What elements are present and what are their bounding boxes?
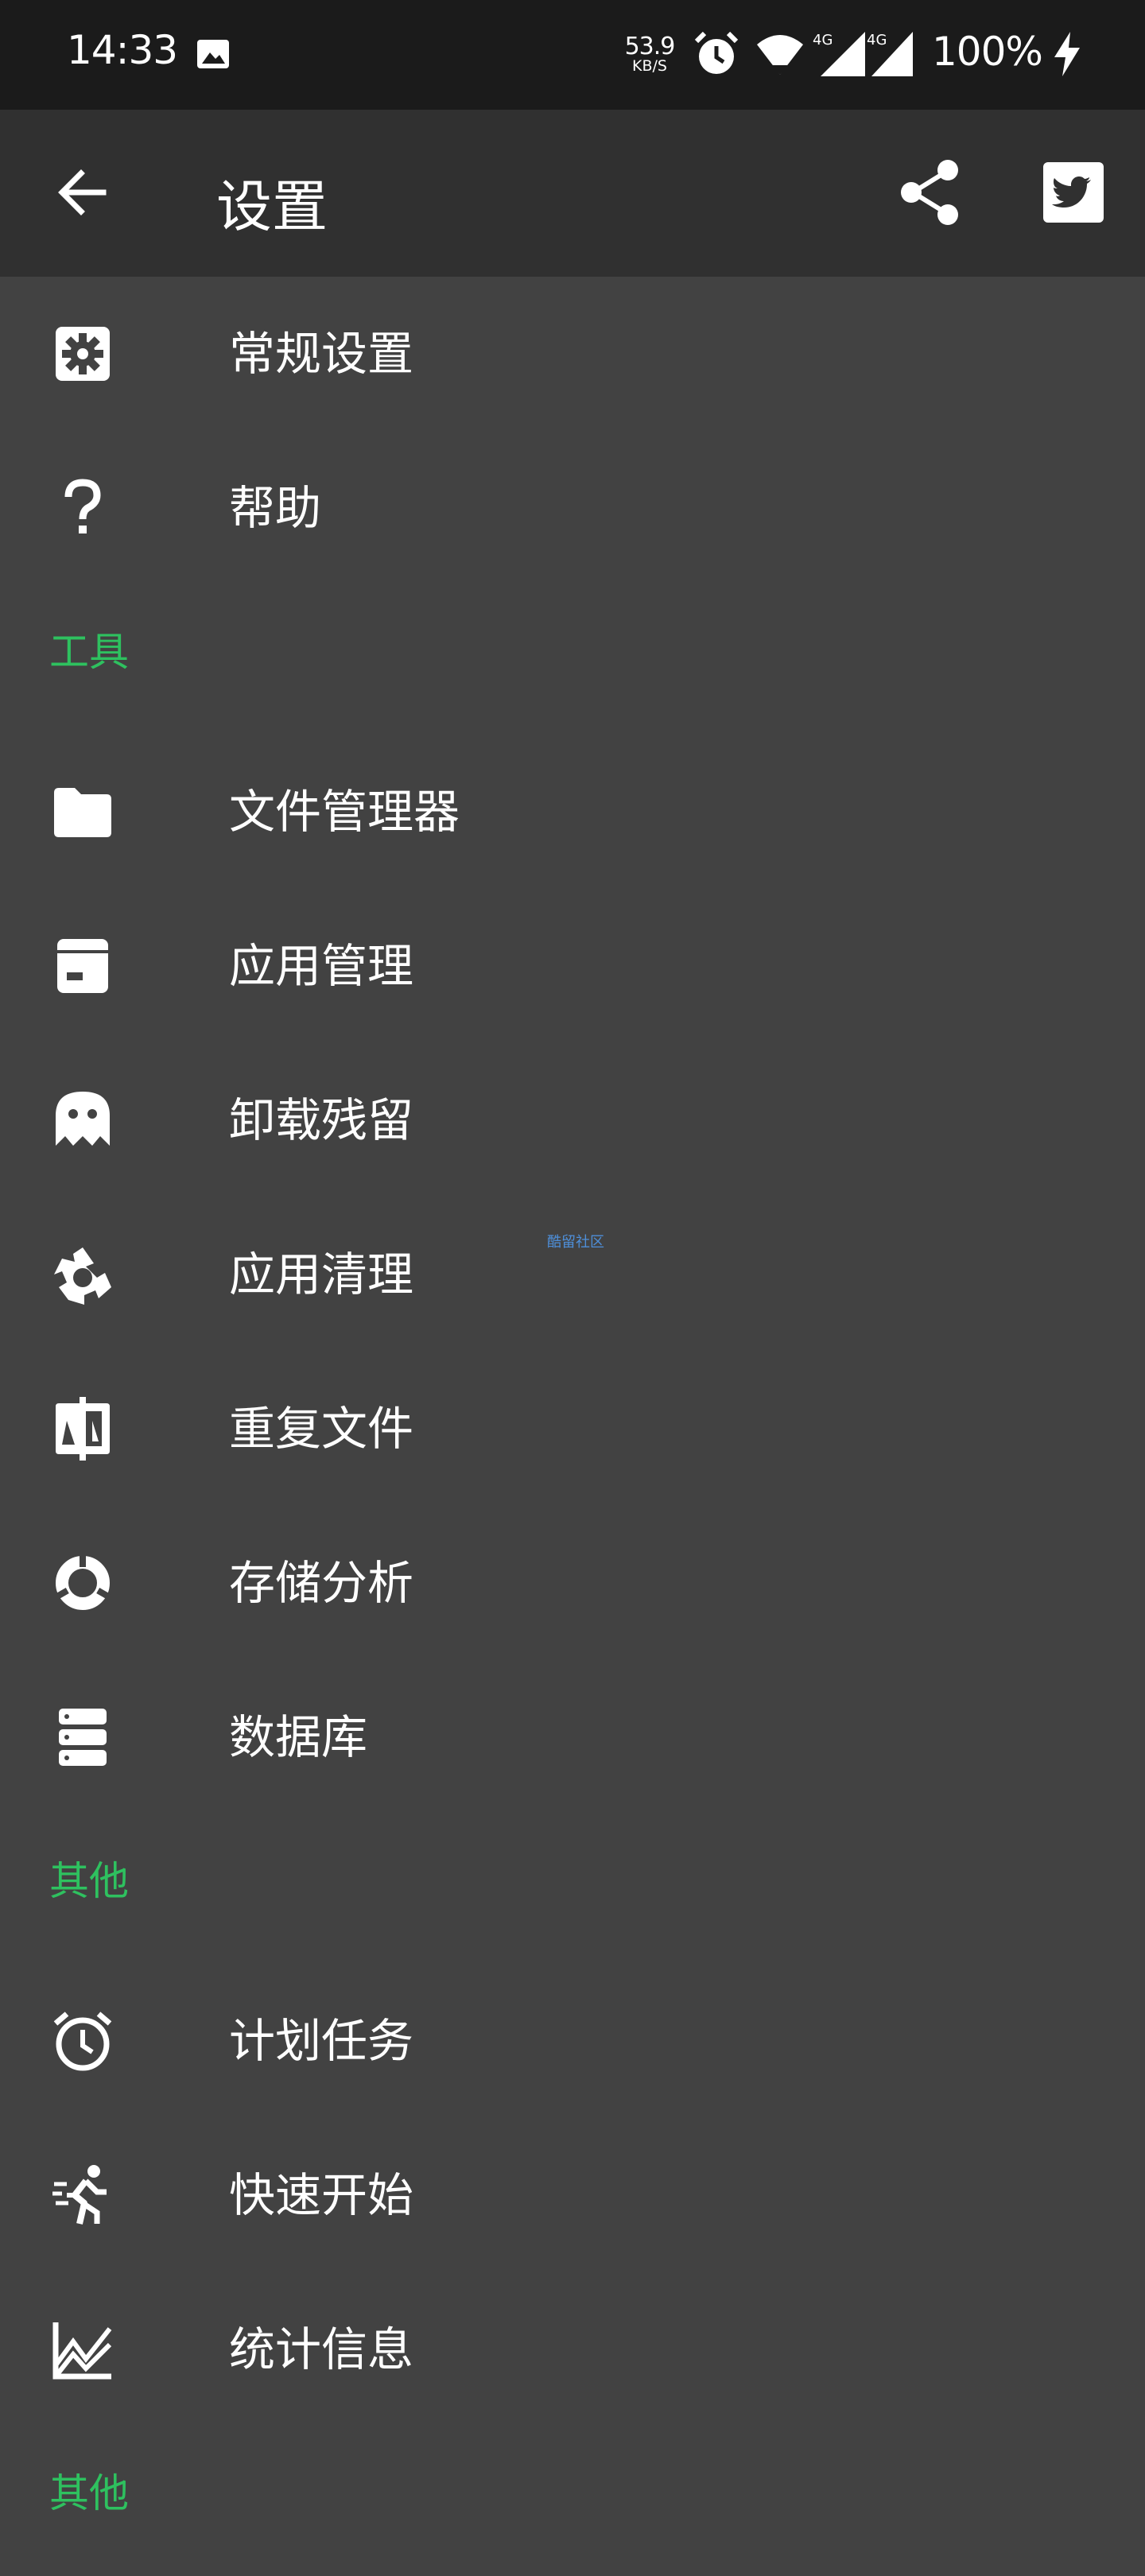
network-speed-value: 53.9 [624,33,676,60]
charging-icon [1051,30,1083,78]
alarm-icon [693,30,739,78]
signal-2-label: 4G [867,32,887,48]
share-icon [901,160,958,225]
share-button[interactable] [899,157,962,227]
app-window-icon [51,934,114,998]
section-header-tools: 工具 [0,585,1145,735]
menu-item-label: 应用管理 [229,939,414,993]
status-bar: 14:33 53.9 KB/S 4G 4G 100% [0,0,1145,110]
menu-item-database[interactable]: 数据库 [0,1660,1145,1814]
page-title: 设置 [216,174,328,239]
menu-item-app-cleaner[interactable]: 应用清理 [0,1197,1145,1352]
menu-item-statistics[interactable]: 统计信息 [0,2272,1145,2427]
running-person-icon [51,2163,114,2227]
wifi-icon [755,30,805,78]
menu-item-label: 应用清理 [229,1247,414,1302]
signal-2-icon: 4G [867,30,919,78]
section-title: 工具 [49,629,129,675]
settings-menu: 常规设置 帮助 工具 文件管理器 应用管理 卸载残留 应用清理 重复文件 存储分… [0,277,1145,2576]
menu-item-help[interactable]: 帮助 [0,431,1145,585]
menu-item-label: 快速开始 [229,2168,414,2222]
menu-item-label: 存储分析 [229,1556,414,1610]
battery-percentage: 100% [932,29,1043,75]
settings-gear-icon [51,322,114,386]
alarm-clock-icon [51,2009,114,2073]
section-header-other: 其他 [0,1814,1145,1964]
menu-item-label: 帮助 [229,481,322,535]
signal-1-icon: 4G [813,30,865,78]
menu-item-label: 文件管理器 [229,785,460,839]
signal-1-label: 4G [813,32,833,48]
menu-item-general-settings[interactable]: 常规设置 [0,277,1145,431]
section-title: 其他 [49,1858,129,1904]
menu-item-label: 计划任务 [229,2014,414,2068]
menu-item-quick-start[interactable]: 快速开始 [0,2118,1145,2272]
donut-chart-icon [51,1551,114,1615]
network-speed-unit: KB/S [632,57,667,75]
menu-item-file-manager[interactable]: 文件管理器 [0,735,1145,889]
arrow-back-icon [58,169,107,215]
menu-item-label: 重复文件 [229,1402,414,1456]
back-button[interactable] [52,162,113,223]
menu-item-duplicate-files[interactable]: 重复文件 [0,1352,1145,1506]
menu-item-storage-analysis[interactable]: 存储分析 [0,1506,1145,1660]
network-speed: 53.9 KB/S [623,35,676,74]
database-icon [51,1705,114,1769]
ghost-icon [51,1088,114,1152]
folder-icon [51,780,114,844]
twitter-icon [1043,162,1104,223]
menu-item-label: 数据库 [229,1710,368,1764]
menu-item-app-manager[interactable]: 应用管理 [0,889,1145,1043]
menu-item-uninstall-residue[interactable]: 卸载残留 [0,1043,1145,1197]
twitter-button[interactable] [1043,162,1104,223]
menu-item-label: 卸载残留 [229,1093,414,1147]
line-chart-icon [51,2318,114,2381]
menu-item-label: 常规设置 [229,327,414,381]
compare-icon [51,1397,114,1461]
section-title: 其他 [49,2470,129,2516]
gallery-notification-icon [196,38,231,70]
app-bar: 设置 [0,110,1145,277]
menu-item-label: 统计信息 [229,2322,414,2376]
section-header-partial: 其他 [0,2427,1145,2576]
menu-item-scheduled-tasks[interactable]: 计划任务 [0,1964,1145,2118]
help-question-icon [51,476,114,540]
recycle-icon [51,1243,114,1306]
watermark-text: 酷留社区 [547,1234,604,1251]
status-time: 14:33 [67,27,178,73]
